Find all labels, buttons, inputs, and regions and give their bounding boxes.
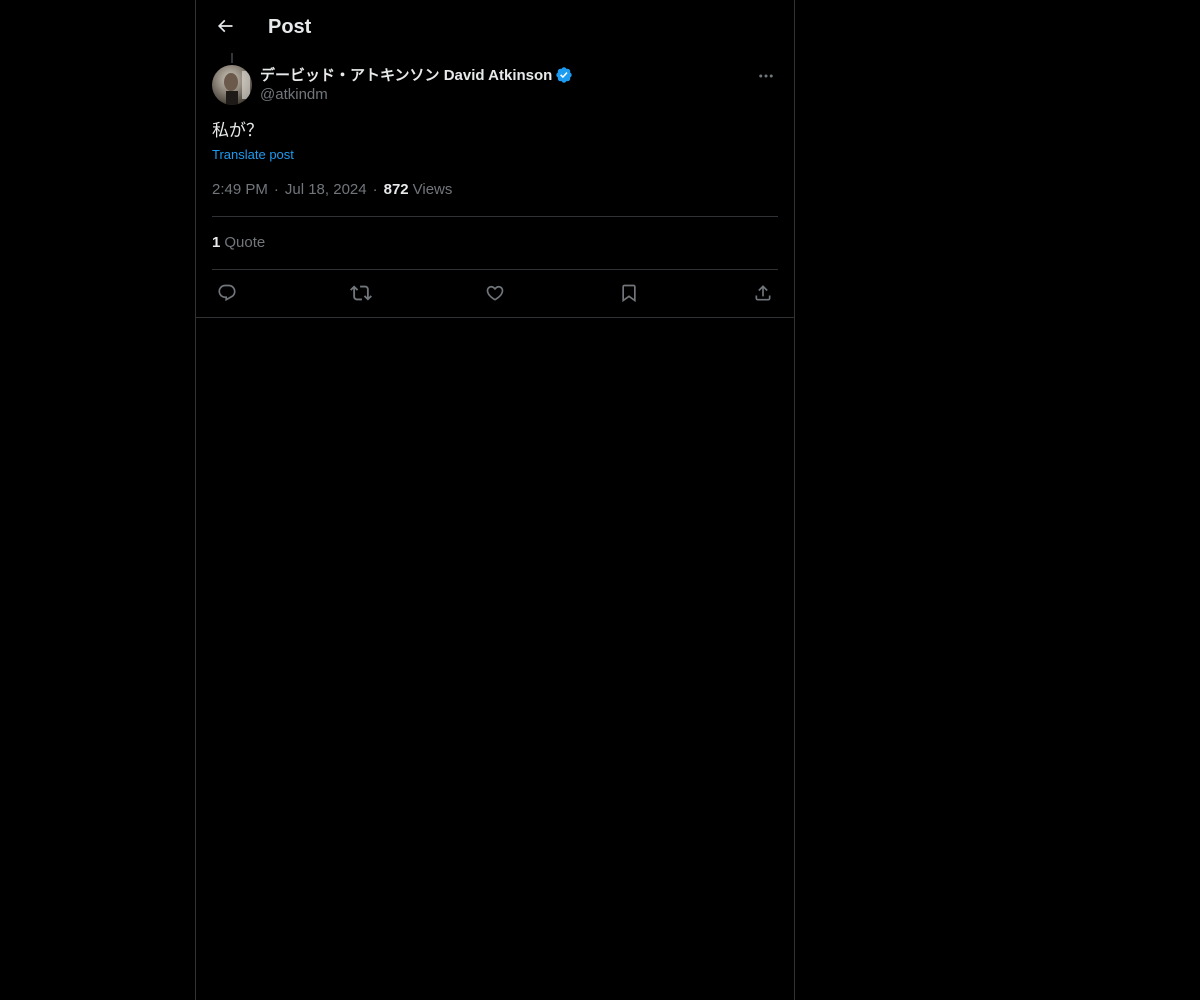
more-options-button[interactable] <box>754 64 778 88</box>
author-info: デービッド・アトキンソン David Atkinson @atkindm <box>260 64 573 105</box>
quote-label: Quote <box>224 234 266 251</box>
meta-separator: · <box>372 181 378 198</box>
share-button[interactable] <box>748 281 778 305</box>
verified-badge-icon[interactable] <box>555 66 573 84</box>
author-display-name[interactable]: デービッド・アトキンソン David Atkinson <box>260 64 552 85</box>
share-icon <box>753 283 773 303</box>
avatar[interactable] <box>212 65 252 105</box>
quotes-link[interactable]: 1 Quote <box>212 233 265 253</box>
tweet-bottom-divider <box>196 317 794 318</box>
quote-count: 1 <box>212 234 221 251</box>
retweet-icon <box>350 282 372 304</box>
thread-connector-line <box>231 53 233 63</box>
page-title: Post <box>268 16 312 38</box>
divider <box>212 216 778 217</box>
tweet-actions <box>212 281 778 305</box>
page-header: Post <box>196 0 794 53</box>
tweet-date[interactable]: Jul 18, 2024 <box>285 180 367 200</box>
like-button[interactable] <box>480 281 510 305</box>
reply-button[interactable] <box>212 281 242 305</box>
more-horizontal-icon <box>757 67 775 85</box>
retweet-button[interactable] <box>346 281 376 305</box>
meta-separator: · <box>273 181 279 198</box>
arrow-left-icon <box>215 16 235 36</box>
reply-icon <box>217 283 237 303</box>
tweet-text: 私が？ <box>212 121 263 140</box>
post-column: Post デービッド・アトキンソン David Atkinson @atkind… <box>195 0 795 1000</box>
bookmark-button[interactable] <box>614 281 644 305</box>
bookmark-icon <box>619 283 639 303</box>
views-label: Views <box>412 181 453 198</box>
tweet-metadata: 2:49 PM · Jul 18, 2024 · 872 Views <box>212 180 452 200</box>
divider <box>212 269 778 270</box>
translate-post-link[interactable]: Translate post <box>212 147 294 163</box>
views-count: 872 <box>383 181 409 198</box>
like-icon <box>485 283 505 303</box>
author-handle[interactable]: @atkindm <box>260 85 573 105</box>
tweet-time[interactable]: 2:49 PM <box>212 180 268 200</box>
back-button[interactable] <box>208 9 242 43</box>
